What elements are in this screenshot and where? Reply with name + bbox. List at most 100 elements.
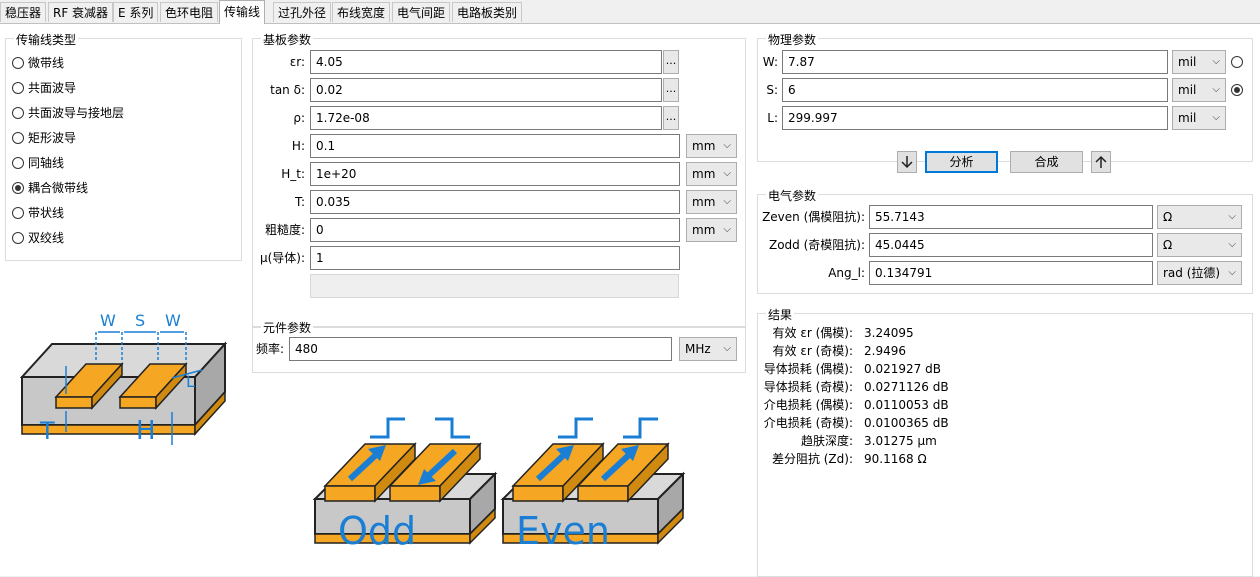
unit-select[interactable]: mm ⌵ — [686, 190, 737, 214]
tab-rf-attenuator[interactable]: RF 衰减器 — [48, 2, 114, 22]
radio-button[interactable] — [12, 82, 24, 94]
physical-input[interactable]: 299.997 — [782, 106, 1168, 130]
line-type-option-2[interactable]: 共面波导与接地层 — [12, 104, 124, 122]
chevron-down-icon: ⌵ — [723, 168, 731, 179]
result-value: 90.1168 Ω — [864, 452, 927, 466]
unit-value: mm — [692, 167, 716, 181]
substrate-spacer-field — [310, 274, 679, 298]
unit-select[interactable]: Ω ⌵ — [1157, 205, 1242, 229]
unit-value: mm — [692, 139, 716, 153]
electrical-label: Zodd (奇模阻抗): — [768, 238, 865, 252]
result-value: 0.0100365 dB — [864, 416, 949, 430]
w1-label: W — [100, 311, 116, 330]
physical-input[interactable]: 6 — [782, 78, 1168, 102]
line-type-option-6[interactable]: 带状线 — [12, 204, 64, 222]
unit-select[interactable]: mm ⌵ — [686, 162, 737, 186]
physical-input[interactable]: 7.87 — [782, 50, 1168, 74]
unit-value: rad (拉德) — [1163, 266, 1221, 280]
chevron-down-icon: ⌵ — [1212, 56, 1220, 67]
tab-track-width[interactable]: 布线宽度 — [332, 2, 391, 22]
radio-button[interactable] — [12, 157, 24, 169]
synthesize-button[interactable]: 合成 — [1010, 151, 1083, 173]
substrate-label: H_t: — [281, 167, 305, 181]
substrate-input[interactable]: 0.1 — [310, 134, 680, 158]
physical-label: S: — [766, 83, 778, 97]
electrical-label: Zeven (偶模阻抗): — [762, 210, 865, 224]
electrical-input[interactable]: 45.0445 — [869, 233, 1153, 257]
line-type-option-5[interactable]: 耦合微带线 — [12, 179, 88, 197]
main-panel: 传输线类型 微带线共面波导共面波导与接地层 矩形波导同轴线耦合微带线带状线双绞线 — [0, 23, 1260, 577]
substrate-input[interactable]: 0 — [310, 218, 680, 242]
unit-select[interactable]: mm ⌵ — [686, 218, 737, 242]
unit-select[interactable]: mil ⌵ — [1172, 78, 1226, 102]
unit-value: mil — [1178, 111, 1197, 125]
line-type-option-7[interactable]: 双绞线 — [12, 229, 64, 247]
chevron-down-icon: ⌵ — [1212, 112, 1220, 123]
line-type-option-3[interactable]: 矩形波导 — [12, 129, 76, 147]
tab-via-size[interactable]: 过孔外径 — [273, 2, 332, 22]
tab-color-code[interactable]: 色环电阻 — [160, 2, 219, 22]
chevron-down-icon: ⌵ — [1228, 211, 1236, 222]
fix-parameter-radio[interactable] — [1231, 56, 1243, 68]
electrical-title: 电气参数 — [766, 187, 819, 204]
unit-select[interactable]: Ω ⌵ — [1157, 233, 1242, 257]
tab-electrical-spacing[interactable]: 电气间距 — [392, 2, 451, 22]
unit-value: Ω — [1163, 210, 1173, 224]
line-type-option-1[interactable]: 共面波导 — [12, 79, 76, 97]
substrate-input[interactable]: 4.05 — [310, 50, 662, 74]
unit-select[interactable]: rad (拉德) ⌵ — [1157, 261, 1242, 285]
browse-button[interactable]: ... — [663, 106, 679, 130]
radio-button[interactable] — [12, 232, 24, 244]
unit-value: mm — [692, 195, 716, 209]
unit-select[interactable]: mil ⌵ — [1172, 50, 1226, 74]
substrate-input[interactable]: 0.035 — [310, 190, 680, 214]
tab-board-class[interactable]: 电路板类别 — [452, 2, 523, 22]
arrow-down-icon[interactable] — [897, 151, 917, 173]
result-value: 0.021927 dB — [864, 362, 941, 376]
frequency-input[interactable]: 480 — [289, 337, 672, 361]
tab-transmission-line[interactable]: 传输线 — [219, 0, 266, 24]
substrate-input[interactable]: 1.72e-08 — [310, 106, 662, 130]
radio-button[interactable] — [12, 207, 24, 219]
unit-select[interactable]: mil ⌵ — [1172, 106, 1226, 130]
browse-button[interactable]: ... — [663, 50, 679, 74]
result-label: 导体损耗 (偶模): — [763, 362, 853, 376]
physical-label: L: — [767, 111, 778, 125]
electrical-input[interactable]: 55.7143 — [869, 205, 1153, 229]
result-label: 导体损耗 (奇模): — [763, 380, 853, 394]
physical-label: W: — [762, 55, 778, 69]
unit-value: mil — [1178, 83, 1197, 97]
arrow-up-icon[interactable] — [1091, 151, 1111, 173]
radio-button[interactable] — [12, 132, 24, 144]
substrate-input[interactable]: 0.02 — [310, 78, 662, 102]
radio-button[interactable] — [12, 182, 24, 194]
w2-label: W — [165, 311, 181, 330]
substrate-input[interactable]: 1e+20 — [310, 162, 680, 186]
result-label: 差分阻抗 (Zd): — [771, 452, 853, 466]
frequency-unit-select[interactable]: MHz ⌵ — [679, 337, 737, 361]
fix-parameter-radio[interactable] — [1231, 84, 1243, 96]
unit-value: mm — [692, 223, 716, 237]
line-type-option-4[interactable]: 同轴线 — [12, 154, 64, 172]
line-type-title: 传输线类型 — [14, 31, 79, 48]
chevron-down-icon: ⌵ — [723, 343, 731, 354]
unit-select[interactable]: mm ⌵ — [686, 134, 737, 158]
tab-e-series[interactable]: E 系列 — [113, 2, 159, 22]
substrate-label: 粗糙度: — [264, 223, 305, 237]
chevron-down-icon: ⌵ — [723, 196, 731, 207]
l-label: L — [186, 372, 195, 391]
browse-button[interactable]: ... — [663, 78, 679, 102]
substrate-label: ρ: — [293, 111, 305, 125]
frequency-label: 频率: — [255, 342, 284, 356]
radio-button[interactable] — [12, 107, 24, 119]
odd-label: Odd — [338, 509, 416, 549]
substrate-input[interactable]: 1 — [310, 246, 680, 270]
radio-button[interactable] — [12, 57, 24, 69]
substrate-label: T: — [294, 195, 305, 209]
electrical-input[interactable]: 0.134791 — [869, 261, 1153, 285]
line-type-label: 共面波导 — [28, 81, 77, 95]
line-type-option-0[interactable]: 微带线 — [12, 54, 64, 72]
tab-regulator[interactable]: 稳压器 — [0, 2, 47, 22]
analyze-button[interactable]: 分析 — [925, 151, 998, 173]
result-label: 介电损耗 (奇模): — [763, 416, 853, 430]
